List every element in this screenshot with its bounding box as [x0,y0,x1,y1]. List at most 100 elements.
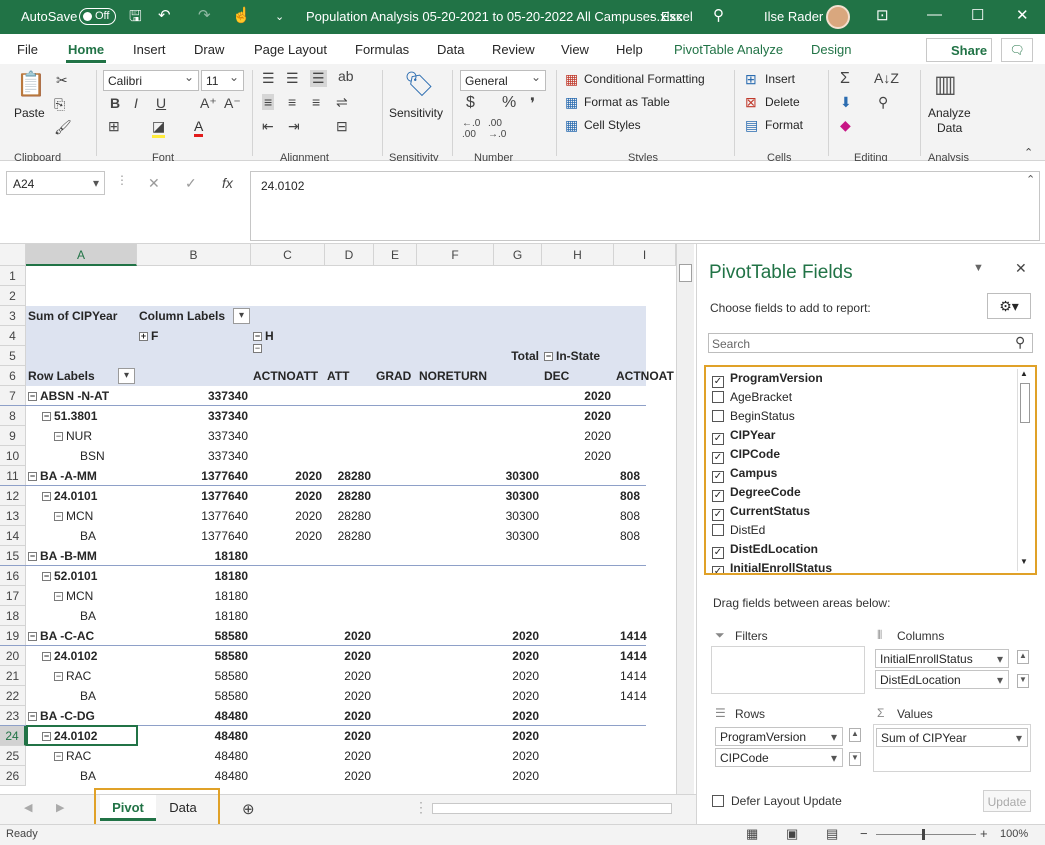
update-button[interactable]: Update [983,790,1031,812]
value-cell[interactable]: 2020 [544,446,614,466]
zoom-thumb[interactable] [922,829,925,840]
field-item-disted[interactable]: DistEd [712,523,765,541]
pane-options-icon[interactable]: ▼ [973,262,984,274]
value-cell[interactable]: 48480 [139,706,251,726]
value-cell[interactable]: 2020 [327,746,374,766]
collapse-icon[interactable]: − [54,592,63,601]
row-header-19[interactable]: 19 [0,626,26,646]
column-header-value[interactable]: ACTNOATT [253,366,325,386]
row-header-20[interactable]: 20 [0,646,26,666]
value-cell[interactable]: 1414 [616,666,670,686]
tab-review[interactable]: Review [492,42,535,57]
row-header-1[interactable]: 1 [0,266,26,286]
cell-styles-button[interactable]: Cell Styles [584,118,641,132]
increase-decimal-icon[interactable]: ←.0.00 [462,118,480,140]
field-item-beginstatus[interactable]: BeginStatus [712,409,795,427]
tab-splitter-icon[interactable]: ⋮ [414,799,428,816]
value-cell[interactable]: 58580 [139,666,251,686]
column-header-value[interactable]: GRAD [376,366,417,386]
value-cell[interactable]: 28280 [327,486,374,506]
field-list-scrollbar[interactable]: ▲ ▼ [1017,369,1031,571]
field-item-agebracket[interactable]: AgeBracket [712,390,792,408]
value-cell[interactable]: 1377640 [139,506,251,526]
row-label[interactable]: − BA -B-MM [28,546,137,566]
rows-scroll-down-icon[interactable]: ▼ [849,752,861,766]
value-cell[interactable]: 2020 [327,626,374,646]
value-cell[interactable]: 48480 [139,746,251,766]
format-button[interactable]: Format [765,118,803,132]
decrease-decimal-icon[interactable]: .00 →.0 [488,118,506,140]
prev-sheet-icon[interactable]: ◀ [24,801,32,814]
collapse-icon[interactable]: − [54,432,63,441]
column-field-initialenrollstatus[interactable]: InitialEnrollStatus [875,649,1009,668]
row-label[interactable]: BSN [28,446,137,466]
column-header-value[interactable]: NORETURN [419,366,494,386]
value-cell[interactable]: 2020 [544,406,614,426]
column-header-e[interactable]: E [374,244,417,266]
minimize-icon[interactable]: — [927,6,942,23]
paste-label[interactable]: Paste [14,106,45,120]
save-icon[interactable]: 🖫 [129,6,142,31]
column-header-c[interactable]: C [251,244,325,266]
value-cell[interactable]: 28280 [327,526,374,546]
row-header-22[interactable]: 22 [0,686,26,706]
checked-checkbox-icon[interactable]: ✓ [712,509,724,521]
tab-formulas[interactable]: Formulas [355,42,409,57]
search-icon[interactable]: ⚲ [713,6,724,24]
orientation-icon[interactable]: ab [338,68,354,84]
ribbon-display-icon[interactable]: ⊡ [876,6,889,24]
conditional-formatting-button[interactable]: Conditional Formatting [584,72,705,86]
row-header-2[interactable]: 2 [0,286,26,306]
value-cell[interactable]: 2020 [253,466,325,486]
unchecked-checkbox-icon[interactable] [712,410,724,422]
formula-input[interactable]: 24.0102 [250,171,1040,241]
customize-qat-icon[interactable]: ⌄ [275,10,284,23]
value-cell[interactable]: 18180 [139,546,251,566]
column-header-b[interactable]: B [137,244,251,266]
field-item-cipyear[interactable]: ✓ CIPYear [712,428,775,446]
collapse-icon[interactable]: − [28,712,37,721]
zoom-out-icon[interactable]: − [860,826,868,841]
checked-checkbox-icon[interactable]: ✓ [712,433,724,445]
row-header-10[interactable]: 10 [0,446,26,466]
value-cell[interactable]: 58580 [139,626,251,646]
value-cell[interactable]: 30300 [496,486,542,506]
row-header-3[interactable]: 3 [0,306,26,326]
checked-checkbox-icon[interactable]: ✓ [712,547,724,559]
insert-cells-icon[interactable]: ⊞ [745,71,757,88]
value-cell[interactable]: 2020 [544,386,614,406]
borders-icon[interactable]: ⊞ [108,118,120,135]
column-labels-filter-icon[interactable]: ▾ [233,308,250,324]
row-header-9[interactable]: 9 [0,426,26,446]
columns-area[interactable]: InitialEnrollStatus DistEdLocation [873,646,1013,694]
font-size-select[interactable]: 11 [201,70,244,91]
expand-icon[interactable]: + [139,332,148,341]
collapse-icon[interactable]: − [28,392,37,401]
value-cell[interactable]: 337340 [139,446,251,466]
row-labels-filter-icon[interactable]: ▾ [118,368,135,384]
value-cell[interactable]: 2020 [496,646,542,666]
percent-icon[interactable]: % [502,94,516,112]
row-header-26[interactable]: 26 [0,766,26,786]
delete-cells-icon[interactable]: ⊠ [745,94,757,111]
filters-area[interactable] [711,646,865,694]
row-header-8[interactable]: 8 [0,406,26,426]
avatar[interactable] [826,5,850,29]
analyze-data-icon[interactable]: ▥ [934,70,957,99]
scroll-thumb[interactable] [679,264,692,282]
delete-button[interactable]: Delete [765,95,800,109]
checked-checkbox-icon[interactable]: ✓ [712,566,724,573]
row-label[interactable]: − RAC [28,666,137,686]
value-cell[interactable]: 808 [616,506,670,526]
value-cell[interactable]: 1377640 [139,526,251,546]
vertical-scrollbar[interactable] [676,244,694,794]
fill-icon[interactable]: ⬇ [840,94,852,111]
field-item-campus[interactable]: ✓ Campus [712,466,777,484]
value-cell[interactable]: 30300 [496,466,542,486]
value-cell[interactable]: 48480 [139,726,251,746]
row-label[interactable]: BA [28,606,137,626]
value-cell[interactable]: 28280 [327,466,374,486]
italic-icon[interactable]: I [134,95,138,111]
cell-styles-icon[interactable]: ▦ [565,117,578,134]
value-cell[interactable]: 1414 [616,686,670,706]
